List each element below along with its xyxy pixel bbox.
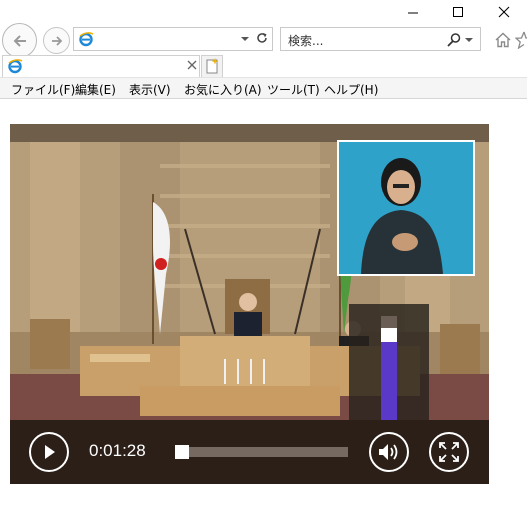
back-button[interactable] [2, 23, 37, 58]
interpreter-image [339, 142, 473, 274]
maximize-button[interactable] [435, 0, 481, 24]
menu-tools[interactable]: ツール(T) [267, 81, 320, 98]
minimize-button[interactable] [390, 0, 436, 24]
close-icon [498, 6, 510, 18]
menu-file[interactable]: ファイル(F) [11, 81, 75, 98]
back-arrow-icon [13, 34, 26, 47]
favorites-star-icon[interactable] [514, 31, 527, 52]
current-time: 0:01:28 [89, 441, 146, 460]
menu-favorites[interactable]: お気に入り(A) [184, 81, 262, 98]
play-icon [45, 445, 55, 459]
minimize-icon [408, 12, 418, 14]
address-bar[interactable] [73, 27, 273, 51]
play-button[interactable] [29, 432, 69, 472]
seek-handle[interactable] [175, 445, 189, 459]
sign-language-inset [337, 140, 475, 276]
video-player[interactable]: 0:01:28 [10, 124, 489, 484]
menu-edit[interactable]: 編集(E) [75, 81, 116, 98]
fullscreen-button[interactable] [429, 432, 469, 472]
menu-help[interactable]: ヘルプ(H) [324, 81, 378, 98]
menu-bar: ファイル(F) 編集(E) 表示(V) お気に入り(A) ツール(T) ヘルプ(… [0, 77, 527, 99]
close-window-button[interactable] [481, 0, 527, 24]
forward-arrow-icon [51, 35, 62, 46]
search-box[interactable]: 検索... [280, 27, 481, 51]
menu-view[interactable]: 表示(V) [129, 81, 171, 98]
search-placeholder: 検索... [288, 34, 324, 48]
new-tab-icon [206, 58, 219, 74]
tab-active[interactable] [2, 55, 200, 77]
address-dropdown-icon[interactable] [240, 33, 250, 47]
fullscreen-icon [439, 442, 459, 462]
navigation-bar: 検索... [0, 23, 527, 58]
forward-button[interactable] [43, 27, 70, 54]
seek-bar[interactable] [175, 447, 348, 457]
search-dropdown-icon[interactable] [464, 34, 474, 48]
speaker-icon [379, 444, 398, 460]
new-tab-button[interactable] [201, 55, 223, 77]
ie-logo-icon [78, 31, 94, 50]
maximize-icon [453, 7, 463, 17]
home-icon[interactable] [494, 31, 512, 52]
ie-logo-icon [7, 58, 23, 77]
refresh-icon[interactable] [255, 31, 269, 48]
player-controls: 0:01:28 [10, 420, 489, 484]
volume-button[interactable] [369, 432, 409, 472]
volume-slider-handle[interactable] [381, 328, 397, 342]
volume-popup[interactable] [349, 304, 429, 420]
search-icon[interactable] [446, 32, 462, 51]
close-tab-icon[interactable] [186, 59, 198, 74]
title-bar [0, 0, 527, 24]
tab-bar [0, 55, 527, 77]
